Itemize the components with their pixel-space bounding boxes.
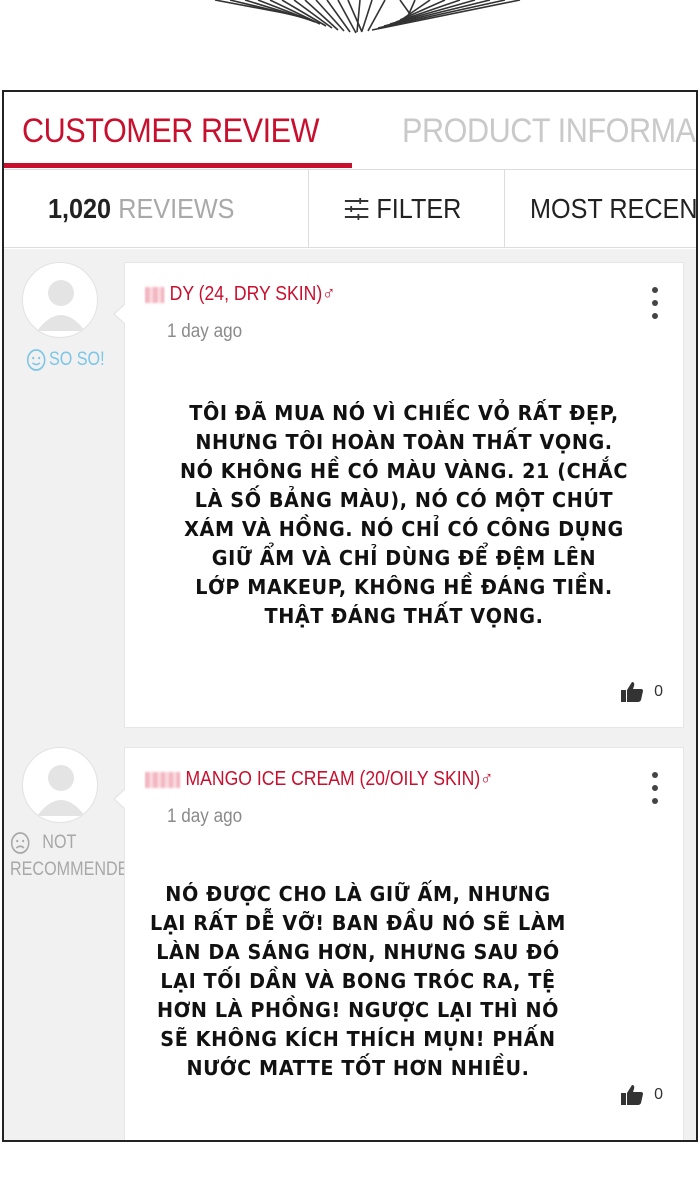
review-text-line: LỚP MAKEUP, KHÔNG HỀ ĐÁNG TIỀN. <box>195 575 613 599</box>
review-text-line: XÁM VÀ HỒNG. NÓ CHỈ CÓ CÔNG DỤNG <box>184 517 624 541</box>
reviewer-name: MANGO ICE CREAM (20/OILY SKIN) ♂ <box>145 768 493 791</box>
neutral-face-icon <box>26 349 46 371</box>
review-text-line: NÓ KHÔNG HỀ CÓ MÀU VÀNG. 21 (CHẮC <box>180 459 628 483</box>
more-options-icon[interactable] <box>645 770 665 806</box>
review-bubble: MANGO ICE CREAM (20/OILY SKIN) ♂ 1 day a… <box>113 747 684 1140</box>
reviewer-label: MANGO ICE CREAM (20/OILY SKIN) <box>185 768 481 790</box>
review-text: TÔI ĐÃ MUA NÓ VÌ CHIẾC VỎ RẤT ĐẸP, NHƯNG… <box>136 399 672 631</box>
gender-symbol: ♂ <box>480 768 494 790</box>
review-date: 1 day ago <box>167 806 243 827</box>
user-silhouette-icon <box>37 280 85 331</box>
toolbar-divider <box>504 170 505 248</box>
filter-label: FILTER <box>376 193 462 224</box>
blurred-username-prefix <box>145 771 181 788</box>
tab-bar: CUSTOMER REVIEW PRODUCT INFORMA <box>4 92 696 170</box>
gender-symbol: ♂ <box>322 283 336 305</box>
rating-badge: SO SO! <box>26 348 105 372</box>
toolbar-divider <box>308 170 309 248</box>
blurred-username-prefix <box>145 286 165 303</box>
like-count: 0 <box>654 683 663 700</box>
thumbs-up-icon <box>621 682 644 702</box>
review-panel: CUSTOMER REVIEW PRODUCT INFORMA 1,020 RE… <box>2 90 698 1142</box>
review-text-line: LẠI TỐI DẦN VÀ BONG TRÓC RA, TỆ <box>160 969 556 993</box>
review-count-label: REVIEWS <box>118 193 235 224</box>
rating-label: SO SO! <box>48 349 105 370</box>
review-toolbar: 1,020 REVIEWS FILTER MOST RECENT <box>4 170 696 248</box>
tab-product-information[interactable]: PRODUCT INFORMA <box>402 112 696 151</box>
review-bubble: DY (24, DRY SKIN) ♂ 1 day ago TÔI ĐÃ MUA… <box>113 262 684 728</box>
review-text-line: SẼ KHÔNG KÍCH THÍCH MỤN! PHẤN <box>160 1027 556 1051</box>
user-silhouette-icon <box>37 765 85 816</box>
sort-dropdown[interactable]: MOST RECENT <box>530 170 698 248</box>
review-text-line: LÀ SỐ BẢNG MÀU), NÓ CÓ MỘT CHÚT <box>194 488 614 512</box>
review-text-line: LÀN DA SÁNG HƠN, NHƯNG SAU ĐÓ <box>156 940 560 964</box>
tab-customer-review[interactable]: CUSTOMER REVIEW <box>22 112 319 151</box>
rating-label-line1: NOT <box>42 832 77 853</box>
avatar <box>22 747 98 823</box>
review-count: 1,020 REVIEWS <box>48 170 234 248</box>
like-button[interactable]: 0 <box>620 1084 663 1106</box>
rating-badge: NOT <box>10 831 76 855</box>
review-text-line: NƯỚC MATTE TỐT HƠN NHIỀU. <box>186 1056 530 1080</box>
reviewer-name: DY (24, DRY SKIN) ♂ <box>145 283 335 306</box>
review-date: 1 day ago <box>167 321 243 342</box>
thumbs-up-icon <box>621 1085 644 1105</box>
review-text-line: THẬT ĐÁNG THẤT VỌNG. <box>264 604 544 628</box>
avatar <box>22 262 98 338</box>
review-text-line: NHƯNG TÔI HOÀN TOÀN THẤT VỌNG. <box>195 430 613 454</box>
review-text-line: HƠN LÀ PHỒNG! NGƯỢC LẠI THÌ NÓ <box>156 998 560 1022</box>
comic-hair-strokes <box>214 0 521 34</box>
review-text-line: GIỮ ẨM VÀ CHỈ DÙNG ĐỂ ĐỆM LÊN <box>211 546 597 570</box>
like-count: 0 <box>654 1086 663 1103</box>
review-text-line: LẠI RẤT DỄ VỠ! BAN ĐẦU NÓ SẼ LÀM <box>150 911 566 935</box>
filter-button[interactable]: FILTER <box>344 170 461 248</box>
review-text-line: NÓ ĐƯỢC CHO LÀ GIỮ ẨM, NHƯNG <box>165 882 551 906</box>
sad-face-icon <box>10 832 30 854</box>
sort-label: MOST RECENT <box>530 193 698 224</box>
review-text-line: TÔI ĐÃ MUA NÓ VÌ CHIẾC VỎ RẤT ĐẸP, <box>189 401 619 425</box>
like-button[interactable]: 0 <box>620 681 663 703</box>
review-text: NÓ ĐƯỢC CHO LÀ GIỮ ẨM, NHƯNG LẠI RẤT DỄ … <box>90 880 626 1083</box>
review-count-value: 1,020 <box>48 193 112 224</box>
filter-sliders-icon <box>344 198 369 220</box>
active-tab-indicator <box>4 163 352 168</box>
reviewer-label: DY (24, DRY SKIN) <box>169 283 323 305</box>
more-options-icon[interactable] <box>645 285 665 321</box>
